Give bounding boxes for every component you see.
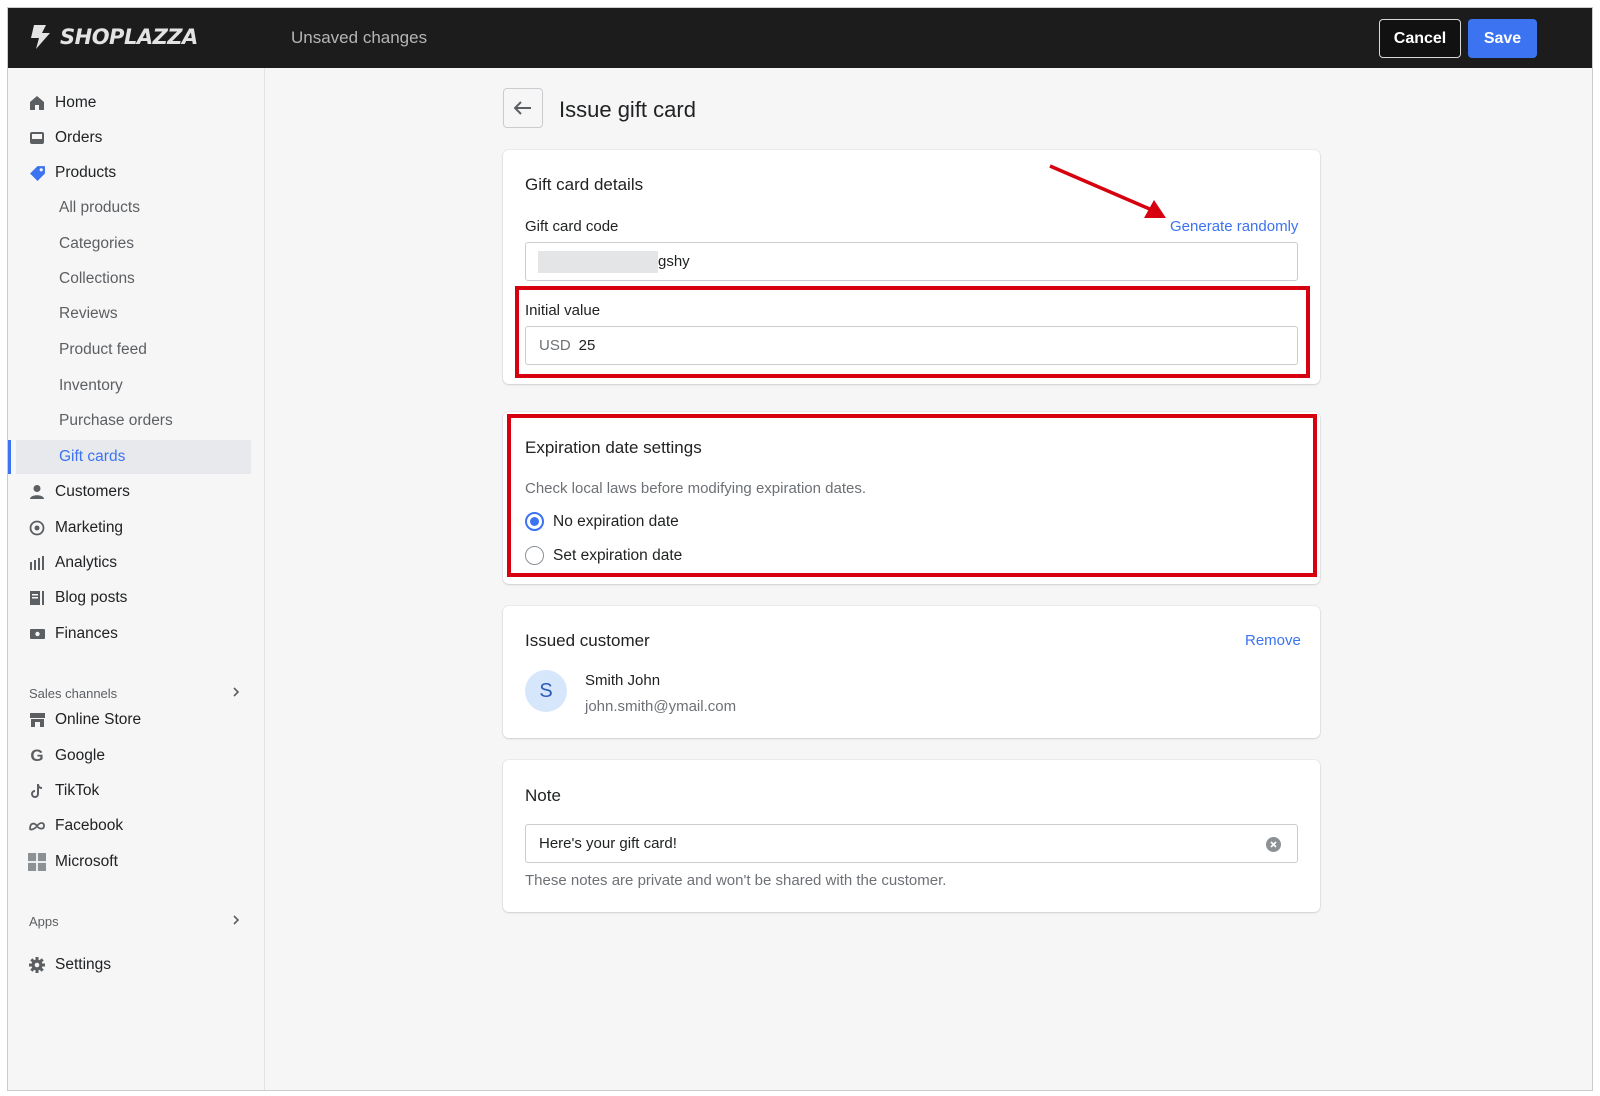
annotation-arrow-icon [1049, 164, 1166, 218]
apps-header: Apps [29, 914, 59, 929]
sidebar-item-purchase-orders[interactable]: Purchase orders [8, 404, 251, 438]
top-bar: SHOPLAZZA Unsaved changes Cancel Save [8, 8, 1592, 68]
sidebar-item-label: Google [55, 747, 105, 764]
shoplazza-logo: SHOPLAZZA [28, 23, 198, 51]
sidebar-item-online-store[interactable]: Online Store [8, 703, 251, 737]
redacted-code-mask [538, 250, 658, 273]
sidebar-item-reviews[interactable]: Reviews [8, 297, 251, 331]
customer-email: john.smith@ymail.com [585, 698, 737, 715]
customer-name: Smith John [585, 672, 661, 689]
sales-channels-header: Sales channels [29, 686, 118, 701]
note-card: Note Here's your gift card! These notes … [503, 760, 1320, 912]
sidebar-item-settings[interactable]: Settings [8, 948, 251, 982]
sidebar-item-label: Gift cards [59, 448, 126, 465]
sidebar-item-label: Products [55, 164, 117, 181]
sidebar: Home Orders Products All products Catego… [8, 68, 265, 1090]
microsoft-icon [28, 853, 46, 871]
sidebar-item-label: Home [55, 94, 97, 111]
page-title: Issue gift card [559, 97, 696, 122]
sidebar-item-facebook[interactable]: Facebook [8, 809, 251, 843]
sidebar-item-google[interactable]: G Google [8, 739, 251, 773]
sidebar-item-analytics[interactable]: Analytics [8, 546, 251, 580]
bar-chart-icon [28, 554, 46, 572]
sidebar-item-label: Reviews [59, 305, 118, 322]
sidebar-item-product-feed[interactable]: Product feed [8, 333, 251, 367]
note-value: Here's your gift card! [539, 835, 677, 852]
sidebar-item-label: TikTok [55, 782, 100, 799]
sidebar-item-label: Collections [59, 270, 135, 287]
sidebar-item-marketing[interactable]: Marketing [8, 511, 251, 545]
target-icon [28, 519, 46, 537]
sidebar-item-collections[interactable]: Collections [8, 262, 251, 296]
brand-name: SHOPLAZZA [60, 25, 198, 49]
sidebar-item-label: Inventory [59, 377, 123, 394]
chevron-right-icon[interactable] [230, 686, 242, 698]
sidebar-item-label: Settings [55, 956, 112, 973]
sidebar-item-label: Microsoft [55, 853, 118, 870]
chevron-right-icon[interactable] [230, 914, 242, 926]
gift-card-code-value: gshy [658, 253, 690, 270]
sidebar-item-label: Orders [55, 129, 103, 146]
sidebar-item-label: Purchase orders [59, 412, 173, 429]
gear-icon [28, 956, 46, 974]
blog-icon [28, 589, 46, 607]
sidebar-item-label: All products [59, 199, 140, 216]
note-help-text: These notes are private and won't be sha… [525, 872, 947, 889]
unsaved-changes-label: Unsaved changes [291, 28, 428, 47]
sidebar-item-all-products[interactable]: All products [8, 191, 251, 225]
person-icon [28, 483, 46, 501]
arrow-left-icon [514, 101, 531, 115]
sidebar-item-blog-posts[interactable]: Blog posts [8, 581, 251, 615]
sidebar-item-gift-cards[interactable]: Gift cards [8, 440, 251, 474]
clear-icon[interactable] [1266, 837, 1281, 852]
sidebar-item-products[interactable]: Products [8, 156, 251, 190]
sidebar-item-categories[interactable]: Categories [8, 227, 251, 261]
google-icon: G [30, 746, 44, 765]
store-icon [28, 711, 46, 729]
avatar: S [525, 670, 567, 712]
generate-randomly-link[interactable]: Generate randomly [1170, 218, 1298, 235]
issued-customer-card: Issued customer Remove S Smith John john… [503, 606, 1320, 738]
tiktok-icon [28, 782, 46, 800]
sidebar-item-label: Product feed [59, 341, 147, 358]
gift-card-code-input[interactable]: gshy [525, 242, 1298, 281]
finance-icon [28, 625, 46, 643]
remove-customer-link[interactable]: Remove [1245, 632, 1301, 649]
sidebar-item-tiktok[interactable]: TikTok [8, 774, 251, 808]
sidebar-item-label: Analytics [55, 554, 118, 571]
tag-icon [28, 164, 46, 182]
card-title: Gift card details [525, 175, 644, 194]
sidebar-item-label: Categories [59, 235, 134, 252]
cancel-button[interactable]: Cancel [1379, 19, 1461, 58]
home-icon [28, 94, 46, 112]
expiration-highlight [507, 414, 1317, 577]
sidebar-item-orders[interactable]: Orders [8, 121, 251, 155]
gift-card-code-label: Gift card code [525, 218, 619, 235]
save-button[interactable]: Save [1468, 19, 1537, 58]
sidebar-item-inventory[interactable]: Inventory [8, 369, 251, 403]
inbox-icon [28, 129, 46, 147]
sidebar-item-microsoft[interactable]: Microsoft [8, 845, 251, 879]
note-input[interactable]: Here's your gift card! [525, 824, 1298, 863]
sidebar-item-label: Finances [55, 625, 118, 642]
sidebar-item-label: Facebook [55, 817, 124, 834]
initial-value-highlight [515, 286, 1310, 378]
sidebar-item-label: Blog posts [55, 589, 128, 606]
shoplazza-logo-icon [31, 25, 50, 49]
sidebar-item-finances[interactable]: Finances [8, 617, 251, 651]
back-button[interactable] [503, 88, 543, 128]
meta-icon [28, 817, 46, 835]
sidebar-item-customers[interactable]: Customers [8, 475, 251, 509]
sidebar-item-home[interactable]: Home [8, 86, 251, 120]
card-title: Issued customer [525, 631, 650, 650]
sidebar-item-label: Customers [55, 483, 130, 500]
sidebar-item-label: Marketing [55, 519, 124, 536]
app-window: SHOPLAZZA Unsaved changes Cancel Save Ho… [7, 7, 1593, 1091]
card-title: Note [525, 786, 561, 805]
sidebar-item-label: Online Store [55, 711, 142, 728]
